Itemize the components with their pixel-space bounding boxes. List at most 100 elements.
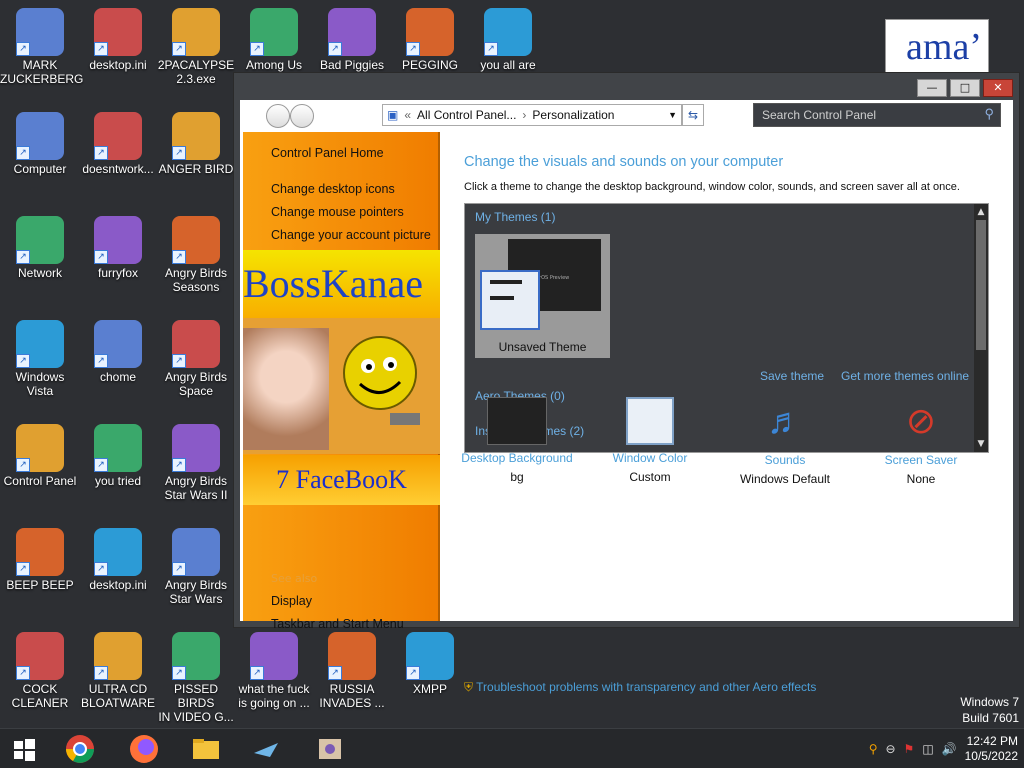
address-bar[interactable]: ▣ « All Control Panel... › Personalizati… [382,104,682,126]
display-link[interactable]: Display [271,594,312,608]
watermark-build: Build 7601 [962,711,1019,725]
shortcut-arrow-icon: ↗ [250,666,264,680]
desktop-icon[interactable]: ↗ you all are [468,8,548,72]
search-tray-icon[interactable]: ⚲ [869,742,878,756]
sounds-value: Windows Default [739,472,831,486]
desktop-icon[interactable]: ↗ Angry Birds Star Wars [156,528,236,606]
address-dropdown-icon[interactable]: ▼ [668,110,677,120]
refresh-button[interactable]: ⇆ [682,104,704,126]
desktop-icon[interactable]: ↗ PEGGING [390,8,470,72]
desktop-icon-label: ANGER BIRD [158,162,234,176]
shortcut-arrow-icon: ↗ [406,666,420,680]
desktop-icon[interactable]: ↗ desktop.ini [78,8,158,72]
taskbar-start-menu-link[interactable]: Taskbar and Start Menu [271,617,404,631]
screen-saver-label[interactable]: Screen Saver [851,453,991,467]
desktop-icon[interactable]: ↗ RUSSIA INVADES ... [312,632,392,710]
desktop-icon[interactable]: ↗ Angry Birds Star Wars II [156,424,236,502]
desktop-icon-label: 2PACALYPSE 2.3.exe [157,58,235,86]
clock-date: 10/5/2022 [964,749,1018,763]
desktop-icon-label: BEEP BEEP [6,578,74,592]
page-title: Change the visuals and sounds on your co… [464,154,784,170]
desktop-icon[interactable]: ↗ XMPP [390,632,470,696]
desktop-icon[interactable]: ↗ MARK ZUCKERBERG [0,8,83,86]
change-account-picture-link[interactable]: Change your account picture [271,228,431,242]
desktop-icon[interactable]: ↗ Network [0,216,80,280]
unsaved-theme-card[interactable]: orOS Preview Unsaved Theme [475,234,610,358]
start-button[interactable] [8,733,52,765]
desktop-icon[interactable]: ↗ Bad Piggies [312,8,392,72]
facebook-banner: 7 FaceBooK [243,455,440,505]
desktop-icon[interactable]: ↗ what the fuck is going on ... [234,632,314,710]
desktop-icon[interactable]: ↗ COCK CLEANER [0,632,80,710]
desktop-icon[interactable]: ↗ Angry Birds Seasons [156,216,236,294]
desktop-app-icon: ↗ [250,632,298,680]
desktop-icon-label: XMPP [412,682,447,696]
desktop-icon[interactable]: ↗ desktop.ini [78,528,158,592]
firefox-taskbar-icon[interactable] [128,733,172,765]
desktop-icon[interactable]: ↗ doesntwork... [78,112,158,176]
desktop-icon[interactable]: ↗ Among Us [234,8,314,72]
network-tray-icon[interactable]: ◫ [922,742,933,756]
sounds-label[interactable]: Sounds [715,453,855,467]
control-panel-home-link[interactable]: Control Panel Home [271,146,384,160]
background-window-peek[interactable]: ama’ [885,19,989,73]
desktop-icon[interactable]: ↗ ULTRA CD BLOATWARE [78,632,158,710]
desktop-icon[interactable]: ↗ PISSED BIRDS IN VIDEO G... [156,632,236,724]
get-more-themes-link[interactable]: Get more themes online [841,369,969,383]
desktop-app-icon: ↗ [16,216,64,264]
desktop-icon[interactable]: ↗ 2PACALYPSE 2.3.exe [156,8,236,86]
desktop-app-icon: ↗ [16,112,64,160]
volume-tray-icon[interactable]: 🔊 [942,742,957,756]
breadcrumb-all-control-panel[interactable]: All Control Panel... [417,108,516,122]
desktop-app-icon: ↗ [94,8,142,56]
minus-tray-icon[interactable]: ⊖ [885,742,895,756]
desktop-icon[interactable]: ↗ Windows Vista [0,320,80,398]
desktop-app-icon: ↗ [172,8,220,56]
sounds-setting[interactable]: ♬ Sounds Windows Default [715,397,855,486]
scroll-up-icon[interactable]: ▲ [975,206,987,218]
control-panel-taskbar-icon[interactable] [314,733,358,765]
shortcut-arrow-icon: ↗ [16,146,30,160]
desktop-icon[interactable]: ↗ furryfox [78,216,158,280]
chrome-taskbar-icon[interactable] [64,733,108,765]
clock[interactable]: 12:42 PM 10/5/2022 [965,734,1018,764]
desktop-icon-label: Computer [13,162,67,176]
desktop-app-icon: ↗ [94,632,142,680]
shortcut-arrow-icon: ↗ [94,354,108,368]
flag-tray-icon[interactable]: ⚑ [904,742,915,756]
main-content: Change the visuals and sounds on your co… [447,132,1013,694]
desktop-icon[interactable]: ↗ you tried [78,424,158,488]
app-taskbar-icon[interactable] [250,733,294,765]
desktop-background-setting[interactable]: Desktop Background bg [447,397,587,484]
forward-button[interactable] [290,104,314,128]
desktop-icon[interactable]: ↗ ANGER BIRD [156,112,236,176]
desktop-icon[interactable]: ↗ Angry Birds Space [156,320,236,398]
window-color-setting[interactable]: Window Color Custom [580,397,720,484]
windows-logo-icon [14,739,35,761]
desktop-icon[interactable]: ↗ BEEP BEEP [0,528,80,592]
scroll-thumb[interactable] [976,220,986,350]
maximize-button[interactable]: □ [950,79,980,97]
desktop-app-icon: ↗ [172,424,220,472]
screen-saver-setting[interactable]: ⊘ Screen Saver None [851,397,991,486]
save-theme-link[interactable]: Save theme [760,369,824,383]
desktop-background-label[interactable]: Desktop Background [447,451,587,465]
desktop-icon[interactable]: ↗ Control Panel [0,424,80,488]
file-explorer-taskbar-icon[interactable] [190,733,234,765]
breadcrumb-personalization[interactable]: Personalization [532,108,614,122]
minimize-button[interactable]: — [917,79,947,97]
my-themes-heading[interactable]: My Themes (1) [475,210,555,224]
troubleshoot-text[interactable]: Troubleshoot problems with transparency … [476,680,816,694]
search-placeholder: Search Control Panel [762,108,877,122]
shortcut-arrow-icon: ↗ [172,250,186,264]
desktop-icon[interactable]: ↗ Computer [0,112,80,176]
search-icon[interactable]: ⚲ [984,106,994,122]
desktop-icon[interactable]: ↗ chome [78,320,158,384]
change-mouse-pointers-link[interactable]: Change mouse pointers [271,205,404,219]
troubleshoot-link[interactable]: ⛨ Troubleshoot problems with transparenc… [464,680,816,695]
back-button[interactable] [266,104,290,128]
window-color-label[interactable]: Window Color [580,451,720,465]
search-input[interactable]: Search Control Panel ⚲ [753,103,1001,127]
close-button[interactable]: ✕ [983,79,1013,97]
change-desktop-icons-link[interactable]: Change desktop icons [271,182,395,196]
